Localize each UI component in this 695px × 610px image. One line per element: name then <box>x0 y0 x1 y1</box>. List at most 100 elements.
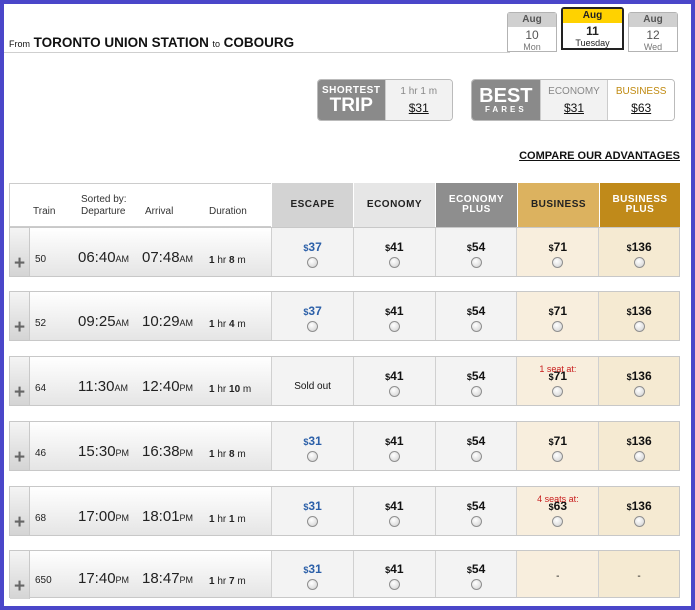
time-value: 17:40 <box>78 570 116 587</box>
date-tab-aug-10[interactable]: Aug 10 Mon <box>507 12 557 52</box>
departure-time: 11:30AM <box>78 378 128 395</box>
fare-cell-escape: $37 <box>271 228 353 276</box>
date-tab-aug-12[interactable]: Aug 12 Wed <box>628 12 678 52</box>
train-info: +650 17:40PM 18:47PM 1 hr 7 m <box>10 551 272 599</box>
fare-radio[interactable] <box>388 516 400 527</box>
fare-amount: 41 <box>390 434 404 448</box>
expand-row-button[interactable]: + <box>10 487 30 535</box>
class-line2: PLUS <box>625 204 655 215</box>
expand-row-button[interactable]: + <box>10 551 30 599</box>
duration-minutes: 4 <box>229 319 235 330</box>
fare-amount: 136 <box>631 240 652 254</box>
fare-price: $54 <box>466 434 486 448</box>
fare-amount: 41 <box>390 304 404 318</box>
expand-row-button[interactable]: + <box>10 228 30 276</box>
time-value: 18:47 <box>142 570 180 587</box>
business-plus-class-header: BUSINESS PLUS <box>599 183 680 227</box>
fare-price: $37 <box>303 240 322 254</box>
fare-cell-business: $71 <box>516 292 599 340</box>
train-info: +64 11:30AM 12:40PM 1 hr 10 m <box>10 357 272 405</box>
fare-radio[interactable] <box>633 451 645 462</box>
best-fare-economy[interactable]: ECONOMY $31 <box>539 80 608 120</box>
train-column-header: Train <box>33 206 56 217</box>
fare-amount: 31 <box>308 434 322 448</box>
train-info: +68 17:00PM 18:01PM 1 hr 1 m <box>10 487 272 535</box>
shortest-trip-logo: SHORTEST TRIP <box>318 80 385 120</box>
sold-out-label: Sold out <box>294 380 331 392</box>
route-title: From TORONTO UNION STATION to COBOURG <box>9 35 294 50</box>
fare-amount: 54 <box>471 304 486 318</box>
arrival-time: 18:47PM <box>142 570 193 587</box>
business-best-price[interactable]: $63 <box>631 101 651 115</box>
fare-radio[interactable] <box>470 257 482 268</box>
fare-radio[interactable] <box>307 451 319 462</box>
compare-advantages-link[interactable]: COMPARE OUR ADVANTAGES <box>519 150 680 162</box>
expand-row-button[interactable]: + <box>10 292 30 340</box>
shortest-trip-price[interactable]: $31 <box>409 101 429 115</box>
fare-radio[interactable] <box>633 321 645 332</box>
origin-station: TORONTO UNION STATION <box>33 35 209 50</box>
fare-cell-economy: $41 <box>352 357 435 405</box>
fare-radio[interactable] <box>470 579 482 590</box>
train-number: 46 <box>35 448 47 459</box>
fare-radio[interactable] <box>552 321 564 332</box>
train-row: +46 15:30PM 16:38PM 1 hr 8 m $31 $41 $54 $71 $13… <box>9 421 680 471</box>
fare-radio[interactable] <box>633 516 645 527</box>
date-month: Aug <box>629 13 677 27</box>
best-fares-logo: BEST FARES <box>472 80 540 120</box>
fare-radio[interactable] <box>633 257 645 268</box>
economy-best-price[interactable]: $31 <box>564 101 584 115</box>
arrival-time: 16:38PM <box>142 443 193 460</box>
fare-amount: 41 <box>390 369 404 383</box>
fare-radio[interactable] <box>307 321 319 332</box>
time-value: 17:00 <box>78 508 116 525</box>
shortest-trip-badge[interactable]: SHORTEST TRIP 1 hr 1 m $31 <box>317 79 453 121</box>
trip-duration: 1 hr 8 m <box>209 449 246 460</box>
fare-price: $41 <box>385 369 404 383</box>
logo-line2: FARES <box>484 105 527 114</box>
time-value: 15:30 <box>78 443 116 460</box>
best-fare-business[interactable]: BUSINESS $63 <box>607 80 674 120</box>
fare-radio[interactable] <box>552 257 564 268</box>
fare-radio[interactable] <box>307 516 319 527</box>
fare-radio[interactable] <box>307 257 319 268</box>
fare-cell-economy-plus: $54 <box>434 422 517 470</box>
fare-radio[interactable] <box>307 579 319 590</box>
fare-cell-business: $71 <box>516 228 599 276</box>
sorted-by-label: Sorted by: <box>81 194 127 205</box>
fare-cell-business: $71 <box>516 422 599 470</box>
fare-radio[interactable] <box>552 451 564 462</box>
fare-radio[interactable] <box>388 386 400 397</box>
expand-row-button[interactable]: + <box>10 357 30 405</box>
fare-radio[interactable] <box>633 386 645 397</box>
fare-radio[interactable] <box>552 386 564 397</box>
train-row: +650 17:40PM 18:47PM 1 hr 7 m $31 $41 $54- - <box>9 550 680 599</box>
train-info-header: Train Sorted by: Departure Arrival Durat… <box>9 183 271 227</box>
business-class-header: BUSINESS <box>517 183 599 227</box>
best-fares-badge[interactable]: BEST FARES ECONOMY $31 BUSINESS $63 <box>471 79 675 121</box>
fare-price: $41 <box>385 304 404 318</box>
fare-cell-economy-plus: $54 <box>434 357 517 405</box>
fare-radio[interactable] <box>470 516 482 527</box>
fare-radio[interactable] <box>470 451 482 462</box>
shortest-trip-fare[interactable]: 1 hr 1 m $31 <box>384 80 452 120</box>
arrival-column-header[interactable]: Arrival <box>145 206 173 217</box>
economy-class-header: ECONOMY <box>353 183 435 227</box>
fare-amount: 71 <box>553 240 568 254</box>
fare-radio[interactable] <box>388 321 400 332</box>
fare-radio[interactable] <box>388 451 400 462</box>
fare-radio[interactable] <box>470 386 482 397</box>
train-row: +52 09:25AM 10:29AM 1 hr 4 m $37 $41 $54 $71 $13… <box>9 291 680 341</box>
date-tab-aug-11[interactable]: Aug 11 Tuesday <box>561 7 624 50</box>
duration-minutes: 8 <box>229 449 235 460</box>
duration-column-header[interactable]: Duration <box>209 206 247 217</box>
seats-left-note: 1 seat at: <box>539 364 577 374</box>
fare-radio[interactable] <box>470 321 482 332</box>
expand-row-button[interactable]: + <box>10 422 30 470</box>
fare-radio[interactable] <box>552 516 564 527</box>
class-line1: ESCAPE <box>290 199 335 210</box>
departure-column-header[interactable]: Departure <box>81 206 125 217</box>
fare-radio[interactable] <box>388 579 400 590</box>
fare-radio[interactable] <box>388 257 400 268</box>
train-info: +46 15:30PM 16:38PM 1 hr 8 m <box>10 422 272 470</box>
